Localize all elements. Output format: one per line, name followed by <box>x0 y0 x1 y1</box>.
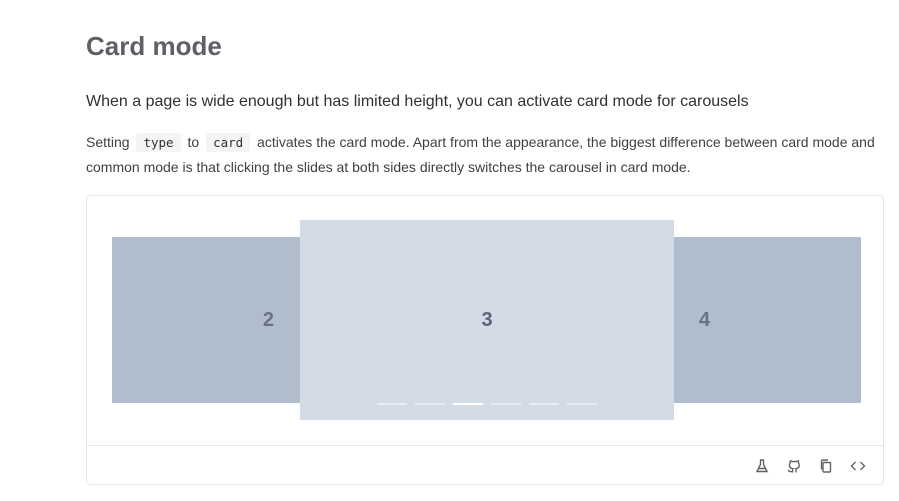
indicator-bar <box>452 403 483 405</box>
indicator-bar <box>376 403 407 405</box>
demo-source: 2 4 3 <box>87 196 883 446</box>
carousel-indicator-3[interactable] <box>452 400 483 408</box>
carousel-indicator-4[interactable] <box>490 400 521 408</box>
carousel-slide-next[interactable]: 4 <box>673 237 861 403</box>
slide-number: 2 <box>262 308 274 331</box>
section-lead: When a page is wide enough but has limit… <box>86 93 749 110</box>
flask-icon[interactable] <box>751 457 773 475</box>
copy-icon[interactable] <box>815 457 837 475</box>
carousel-slide-prev[interactable]: 2 <box>112 237 300 403</box>
demo-footer <box>87 446 883 484</box>
carousel-indicators <box>112 400 861 408</box>
indicator-bar <box>566 403 597 405</box>
desc-text-1: Setting <box>86 134 134 150</box>
slide-number: 4 <box>699 308 711 331</box>
indicator-bar <box>528 403 559 405</box>
carousel-indicator-5[interactable] <box>528 400 559 408</box>
carousel-indicator-2[interactable] <box>414 400 445 408</box>
desc-text-2: to <box>183 134 204 150</box>
demo-block: 2 4 3 <box>86 195 884 485</box>
carousel-indicator-6[interactable] <box>566 400 597 408</box>
section-description: Setting type to card activates the card … <box>86 130 876 179</box>
page-title: Card mode <box>86 31 222 61</box>
demo-toolbar <box>751 457 869 475</box>
code-icon[interactable] <box>847 457 869 475</box>
indicator-bar <box>490 403 521 405</box>
carousel-indicator-1[interactable] <box>376 400 407 408</box>
carousel-slide-active: 3 <box>300 220 674 420</box>
desc-text-3: activates the card mode. Apart from the … <box>86 134 875 175</box>
code-card: card <box>206 133 251 152</box>
code-type: type <box>136 133 181 152</box>
indicator-bar <box>414 403 445 405</box>
github-icon[interactable] <box>783 457 805 475</box>
card-carousel: 2 4 3 <box>112 220 861 420</box>
slide-number: 3 <box>481 308 493 331</box>
